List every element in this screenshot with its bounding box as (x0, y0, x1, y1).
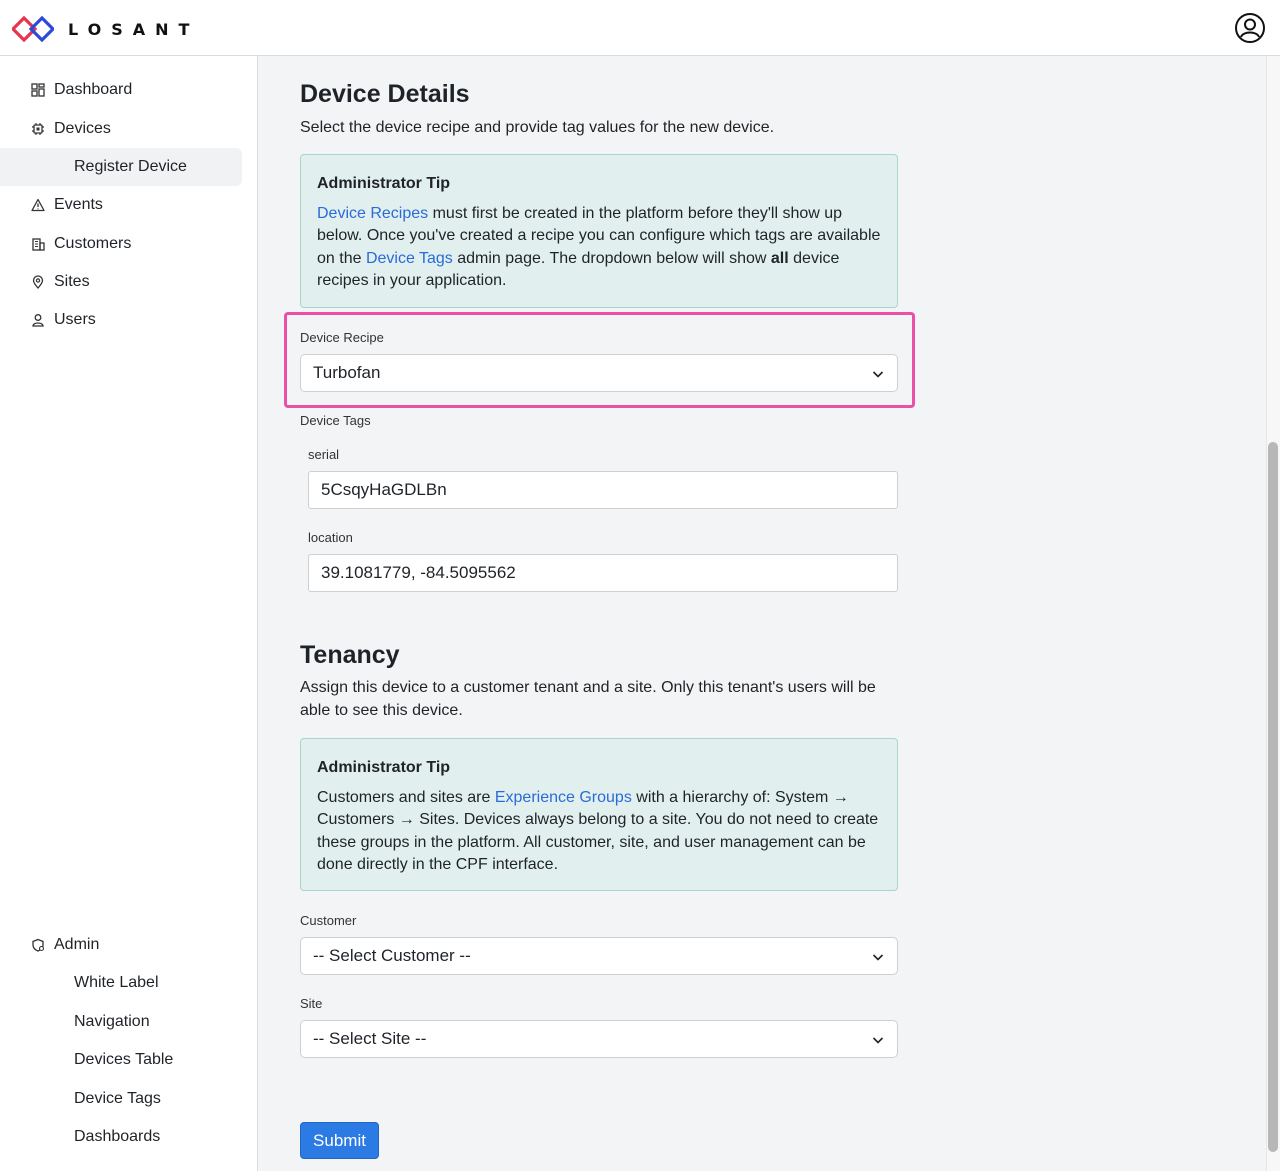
serial-label: serial (308, 447, 340, 462)
sidebar-item-customers[interactable]: Customers (0, 225, 242, 263)
sidebar-item-admin[interactable]: Admin (0, 926, 242, 964)
location-label: location (308, 530, 353, 545)
tenancy-tip: Administrator Tip Customers and sites ar… (300, 738, 898, 891)
map-pin-icon (30, 274, 46, 290)
sidebar-item-white-label[interactable]: White Label (0, 964, 242, 1002)
serial-input[interactable]: 5CsqyHaGDLBn (308, 471, 898, 509)
site-select[interactable]: -- Select Site -- (300, 1020, 898, 1058)
sidebar-item-label: Sites (54, 273, 90, 290)
sidebar-item-label: White Label (74, 974, 159, 991)
sidebar-item-label: Dashboards (74, 1128, 161, 1145)
sidebar-item-dashboard[interactable]: Dashboard (0, 71, 242, 109)
device-details-description: Select the device recipe and provide tag… (300, 119, 775, 136)
building-icon (30, 236, 46, 252)
logo-text: LOSANT (68, 19, 200, 39)
sidebar-item-label: Users (54, 311, 96, 328)
top-header: LOSANT (0, 0, 1280, 56)
tip-title: Administrator Tip (317, 759, 451, 776)
device-recipe-tip: Administrator Tip Device Recipes must fi… (300, 154, 898, 308)
sidebar-item-devices-table[interactable]: Devices Table (0, 1041, 242, 1079)
sidebar-item-devices[interactable]: Devices (0, 110, 242, 148)
sidebar-item-events[interactable]: Events (0, 186, 242, 224)
submit-button[interactable]: Submit (300, 1122, 379, 1159)
tip-title: Administrator Tip (317, 175, 451, 192)
admin-gear-icon (30, 937, 46, 953)
sidebar-item-label: Register Device (74, 158, 187, 175)
user-icon (30, 312, 46, 328)
device-details-title: Device Details (300, 80, 470, 108)
site-label: Site (300, 996, 323, 1011)
page-scrollbar-thumb[interactable] (1268, 442, 1278, 1152)
sidebar-item-label: Customers (54, 235, 132, 252)
device-recipe-select[interactable]: Turbofan (300, 354, 898, 392)
losant-logo-icon (12, 16, 54, 42)
chip-icon (30, 121, 46, 137)
sidebar-item-label: Devices (54, 120, 111, 137)
sidebar: Dashboard Devices Register Device Events… (0, 56, 258, 1171)
sidebar-item-label: Dashboard (54, 81, 133, 98)
customer-select[interactable]: -- Select Customer -- (300, 937, 898, 975)
user-profile-icon[interactable] (1234, 12, 1266, 44)
sidebar-item-users[interactable]: Users (0, 301, 242, 339)
dashboard-grid-icon (30, 82, 46, 98)
tip-text: Customers and sites are (317, 788, 495, 806)
sidebar-item-label: Devices Table (74, 1051, 174, 1068)
device-recipe-label: Device Recipe (300, 330, 384, 345)
warning-triangle-icon (30, 197, 46, 213)
location-input[interactable]: 39.1081779, -84.5095562 (308, 554, 898, 592)
device-recipes-link[interactable]: Device Recipes (317, 205, 428, 222)
tip-bold-text: all (770, 249, 789, 267)
sidebar-item-sites[interactable]: Sites (0, 263, 242, 301)
customer-label: Customer (300, 913, 357, 928)
sidebar-item-label: Admin (54, 936, 100, 953)
chevron-down-icon (872, 371, 884, 378)
tip-body: Device Recipes must first be created in … (317, 203, 881, 293)
tip-body: Customers and sites are Experience Group… (317, 787, 881, 877)
sidebar-item-label: Device Tags (74, 1090, 161, 1107)
tenancy-description: Assign this device to a customer tenant … (300, 679, 876, 719)
tip-text: admin page. The dropdown below will show (452, 249, 771, 267)
tenancy-title: Tenancy (300, 641, 400, 669)
device-tags-link[interactable]: Device Tags (366, 250, 453, 267)
sidebar-item-dashboards[interactable]: Dashboards (0, 1118, 242, 1156)
chevron-down-icon (872, 954, 884, 961)
sidebar-item-label: Events (54, 196, 103, 213)
sidebar-item-label: Navigation (74, 1013, 150, 1030)
site-select-value: -- Select Site -- (313, 1029, 427, 1048)
sidebar-item-navigation[interactable]: Navigation (0, 1003, 242, 1041)
device-tags-label: Device Tags (300, 413, 371, 428)
losant-logo[interactable]: LOSANT (12, 16, 199, 42)
chevron-down-icon (872, 1037, 884, 1044)
customer-select-value: -- Select Customer -- (313, 946, 471, 965)
device-recipe-value: Turbofan (313, 363, 381, 382)
experience-groups-link[interactable]: Experience Groups (495, 789, 632, 806)
sidebar-item-register-device[interactable]: Register Device (0, 148, 242, 186)
sidebar-item-device-tags[interactable]: Device Tags (0, 1080, 242, 1118)
